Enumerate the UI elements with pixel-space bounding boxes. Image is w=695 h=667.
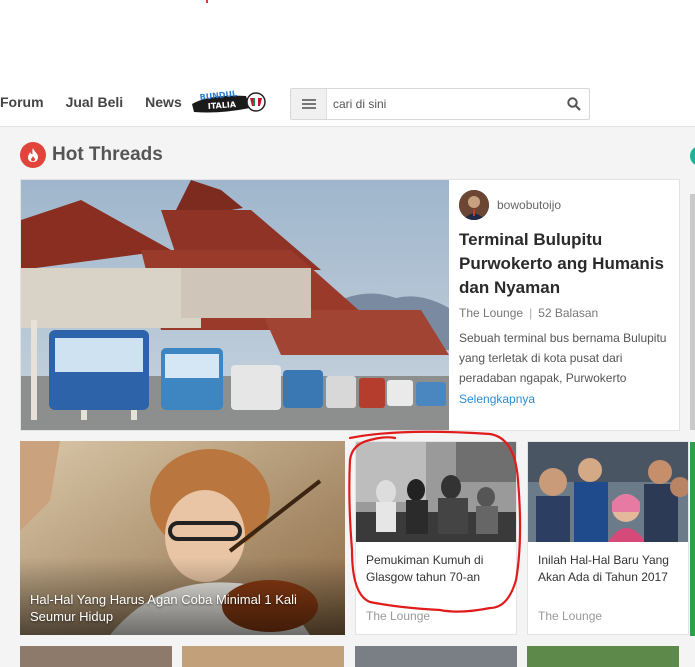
avatar[interactable] [459,190,489,220]
thread-meta: The Lounge | 52 Balasan [459,306,674,320]
nav-jual-beli[interactable]: Jual Beli [66,94,124,110]
hot-threads-heading: Hot Threads [20,142,163,168]
fire-icon [20,142,46,168]
thread-card-peek[interactable] [182,646,344,667]
thread-card[interactable]: Inilah Hal-Hal Baru Yang Akan Ada di Tah… [527,441,689,635]
read-more-link[interactable]: Selengkapnya [459,392,674,406]
thread-card-title[interactable]: Pemukiman Kumuh di Glasgow tahun 70-an [356,542,516,586]
featured-thread-card[interactable]: bowobutoijo Terminal Bulupitu Purwokerto… [20,179,680,431]
next-card-peek-2[interactable] [690,442,695,636]
thread-card-title[interactable]: Inilah Hal-Hal Baru Yang Akan Ada di Tah… [528,542,688,586]
search-input[interactable] [327,90,559,118]
next-card-peek[interactable] [690,194,695,430]
section-title: Hot Threads [52,144,163,165]
menu-icon[interactable] [291,89,327,119]
nav-news[interactable]: News [145,94,182,110]
thread-card[interactable]: Pemukiman Kumuh di Glasgow tahun 70-an T… [355,441,517,635]
thread-card[interactable]: Hal-Hal Yang Harus Agan Coba Minimal 1 K… [20,441,345,635]
featured-thread-title[interactable]: Terminal Bulupitu Purwokerto ang Humanis… [459,228,674,300]
reply-count: 52 Balasan [538,306,599,320]
featured-thread-info: bowobutoijo Terminal Bulupitu Purwokerto… [459,190,674,406]
thread-card-peek[interactable] [20,646,172,667]
thread-card-title[interactable]: Hal-Hal Yang Harus Agan Coba Minimal 1 K… [30,591,335,625]
red-mark [206,0,208,3]
author-name[interactable]: bowobutoijo [497,198,561,212]
thread-excerpt: Sebuah terminal bus bernama Bulupitu yan… [459,331,667,385]
search-icon[interactable] [559,89,589,119]
thread-card-category[interactable]: The Lounge [538,609,602,623]
thread-card-category[interactable]: The Lounge [366,609,430,623]
thread-card-peek[interactable] [527,646,679,667]
search-bar [290,88,590,120]
thread-card-peek[interactable] [355,646,517,667]
top-header: Forum Jual Beli News BUNDUL ITALIA [0,0,695,127]
main-nav: Forum Jual Beli News [0,94,204,110]
next-section-icon[interactable] [690,146,695,166]
thread-author[interactable]: bowobutoijo [459,190,674,220]
thread-card-image[interactable] [528,442,688,542]
thread-card-image[interactable] [356,442,516,542]
thread-category[interactable]: The Lounge [459,306,523,320]
nav-forum[interactable]: Forum [0,94,44,110]
bundul-italia-logo[interactable]: BUNDUL ITALIA [190,86,268,118]
featured-thread-image[interactable] [21,180,449,430]
meta-separator: | [529,306,533,320]
